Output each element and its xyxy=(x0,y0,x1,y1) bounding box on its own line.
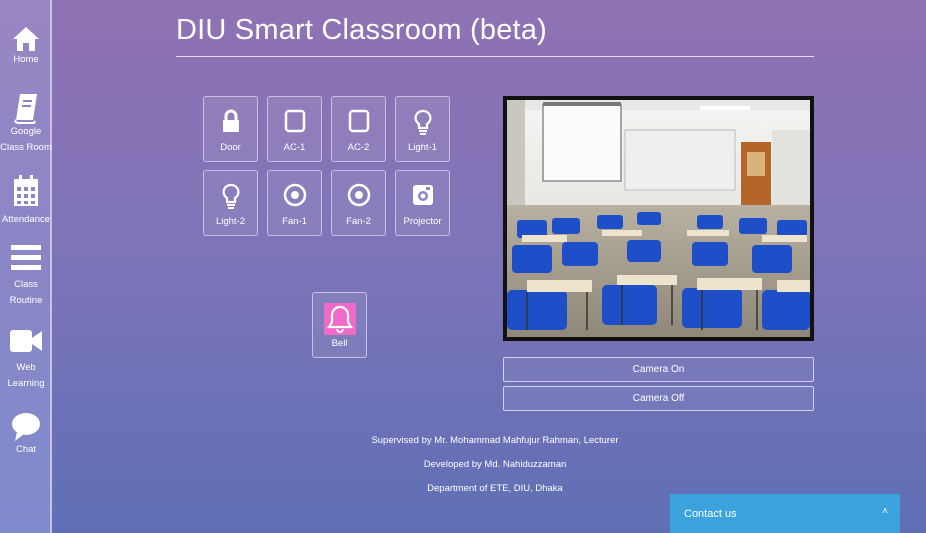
fan-icon xyxy=(347,183,370,207)
home-icon xyxy=(13,27,39,51)
bell-button[interactable]: Bell xyxy=(312,292,367,358)
bell-icon-background xyxy=(323,303,356,335)
contact-us-bar[interactable]: Contact us ˄ xyxy=(670,494,900,533)
fan1-label: Fan-1 xyxy=(282,216,307,227)
sidebar-item-label: Class Routine xyxy=(9,279,43,306)
fan2-label: Fan-2 xyxy=(346,216,371,227)
sidebar-item-web-learning[interactable]: Web Learning xyxy=(0,328,52,392)
menu-icon xyxy=(11,245,41,270)
classroom-camera-image xyxy=(507,100,810,337)
light1-toggle-button[interactable]: Light-1 xyxy=(395,96,450,162)
ac2-label: AC-2 xyxy=(347,142,370,153)
lightbulb-icon xyxy=(222,183,239,209)
sidebar-item-label: Web Learning xyxy=(7,362,45,389)
camera-feed xyxy=(503,96,814,341)
sidebar-item-attendance[interactable]: Attendance xyxy=(0,174,52,228)
classroom-photo xyxy=(507,100,810,337)
ac1-toggle-button[interactable]: AC-1 xyxy=(267,96,322,162)
sidebar-item-google-classroom[interactable]: Google Class Room xyxy=(0,92,52,156)
light1-label: Light-1 xyxy=(407,142,438,153)
speech-bubble-icon xyxy=(12,413,40,441)
sidebar-item-chat[interactable]: Chat xyxy=(0,412,52,458)
sidebar-item-label: Chat xyxy=(15,444,37,455)
sidebar: Home Google Class Room Attendance Class … xyxy=(0,0,52,533)
contact-us-label: Contact us xyxy=(684,508,737,520)
sidebar-item-label: Google Class Room xyxy=(0,126,52,153)
sidebar-item-class-routine[interactable]: Class Routine xyxy=(0,244,52,309)
light2-toggle-button[interactable]: Light-2 xyxy=(203,170,258,236)
checkbox-square-icon xyxy=(284,109,305,133)
fan-icon xyxy=(283,183,306,207)
door-label: Door xyxy=(220,142,241,153)
supervisor-credit: Supervised by Mr. Mohammad Mahfujur Rahm… xyxy=(371,435,619,446)
page-title: DIU Smart Classroom (beta) xyxy=(176,14,547,46)
developer-credit: Developed by Md. Nahiduzzaman xyxy=(423,459,567,470)
notebook-icon xyxy=(14,94,37,124)
bell-icon xyxy=(326,305,353,333)
checkbox-square-icon xyxy=(348,109,369,133)
title-divider xyxy=(176,56,814,57)
projector-icon xyxy=(412,185,433,205)
sidebar-item-label: Attendance xyxy=(1,214,51,225)
fan1-toggle-button[interactable]: Fan-1 xyxy=(267,170,322,236)
ac1-label: AC-1 xyxy=(283,142,306,153)
light2-label: Light-2 xyxy=(215,216,246,227)
door-toggle-button[interactable]: Door xyxy=(203,96,258,162)
sidebar-item-home[interactable]: Home xyxy=(0,26,52,68)
camera-off-button[interactable]: Camera Off xyxy=(503,386,814,411)
sidebar-item-label: Home xyxy=(13,54,39,65)
projector-toggle-button[interactable]: Projector xyxy=(395,170,450,236)
lock-icon xyxy=(222,109,239,132)
lightbulb-icon xyxy=(414,109,431,135)
calendar-icon xyxy=(14,175,38,206)
department-credit: Department of ETE, DIU, Dhaka xyxy=(427,483,563,494)
camera-on-button[interactable]: Camera On xyxy=(503,357,814,382)
projector-label: Projector xyxy=(403,216,442,227)
chevron-up-icon[interactable]: ˄ xyxy=(882,506,888,517)
ac2-toggle-button[interactable]: AC-2 xyxy=(331,96,386,162)
video-camera-icon xyxy=(10,330,42,352)
bell-label: Bell xyxy=(331,338,348,349)
fan2-toggle-button[interactable]: Fan-2 xyxy=(331,170,386,236)
